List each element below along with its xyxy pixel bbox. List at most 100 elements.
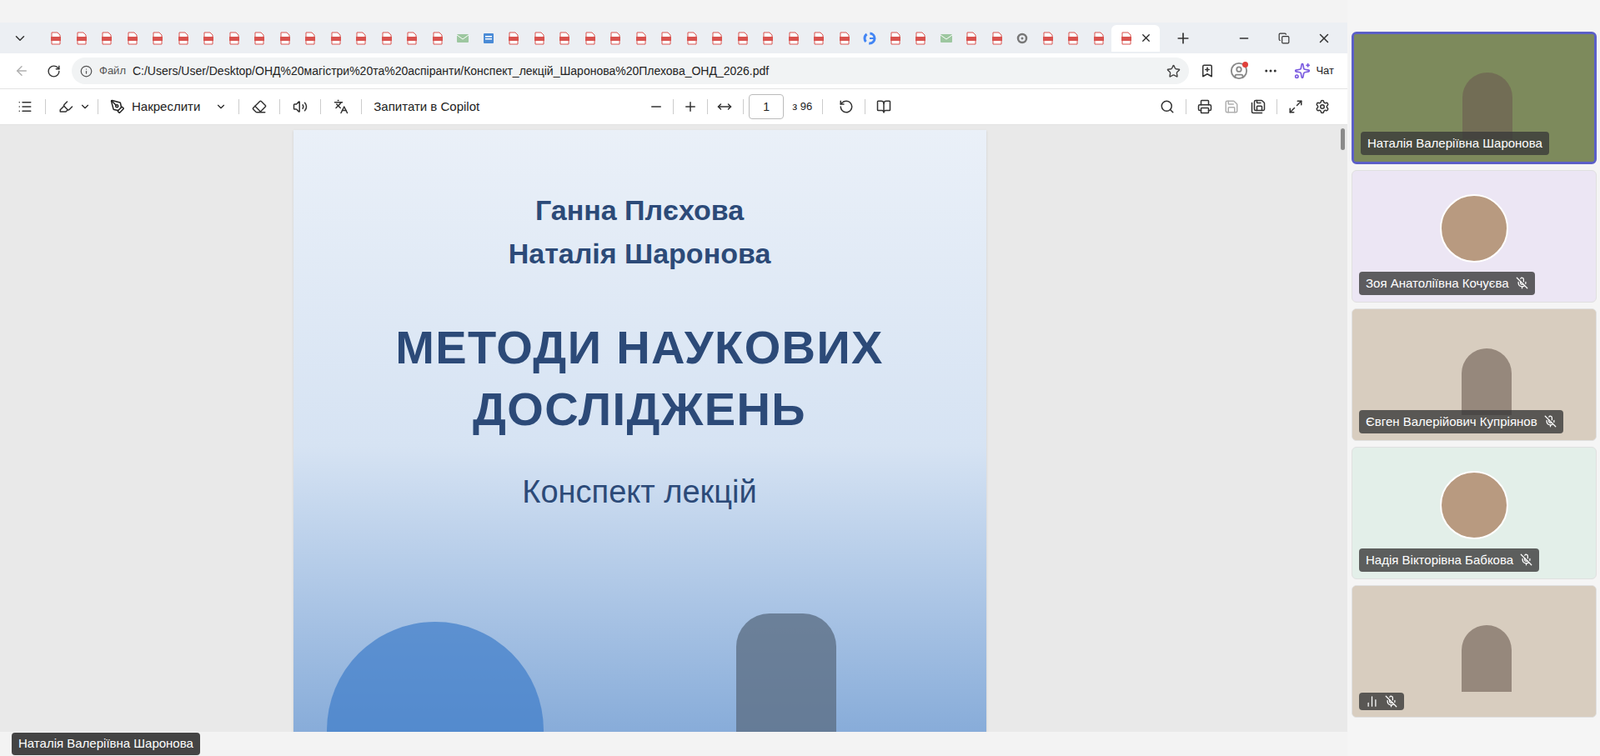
- tab[interactable]: [1060, 25, 1087, 52]
- copilot-icon: [1294, 62, 1311, 80]
- tab[interactable]: [272, 25, 299, 52]
- zoom-in-button[interactable]: [677, 93, 704, 121]
- docs-icon: [481, 31, 496, 46]
- tab[interactable]: [832, 25, 858, 52]
- pdf-icon: [354, 31, 368, 46]
- settings-button[interactable]: [1309, 93, 1336, 121]
- tab[interactable]: [882, 25, 909, 52]
- tab[interactable]: [806, 25, 833, 52]
- tab[interactable]: [1009, 25, 1036, 52]
- participant-label: Євген Валерійович Купріянов: [1359, 410, 1564, 435]
- address-field[interactable]: ФайлC:/Users/User/Desktop/ОНД%20магістри…: [71, 57, 1189, 85]
- print-button[interactable]: [1191, 93, 1219, 121]
- tab[interactable]: [857, 25, 883, 52]
- reload-button[interactable]: [40, 57, 67, 85]
- tab[interactable]: [1111, 25, 1160, 52]
- highlight-button[interactable]: [52, 93, 80, 121]
- pdf-icon: [329, 31, 343, 46]
- tab[interactable]: [43, 25, 70, 52]
- tab[interactable]: [1086, 25, 1113, 52]
- fullscreen-button[interactable]: [1282, 93, 1310, 121]
- read-aloud-button[interactable]: [286, 93, 314, 121]
- url-text: C:/Users/User/Desktop/ОНД%20магістри%20т…: [132, 62, 1160, 81]
- tab[interactable]: [120, 25, 146, 52]
- tab[interactable]: [781, 25, 808, 52]
- more-button[interactable]: [1257, 57, 1285, 85]
- pdf-icon: [685, 31, 699, 46]
- plus-icon: [1174, 30, 1192, 47]
- zoom-out-button[interactable]: [642, 93, 670, 121]
- participant-name: Євген Валерійович Купріянов: [1365, 412, 1538, 432]
- tab[interactable]: [221, 25, 248, 52]
- tab[interactable]: [551, 25, 578, 52]
- tab[interactable]: [653, 25, 680, 52]
- favorites-button[interactable]: [1193, 57, 1221, 85]
- tab[interactable]: [730, 25, 757, 52]
- tab[interactable]: [323, 25, 350, 52]
- copilot-button[interactable]: Запитати в Copilot: [368, 97, 485, 117]
- new-tab-button[interactable]: [1169, 25, 1197, 52]
- tab[interactable]: [501, 25, 527, 52]
- tab[interactable]: [170, 25, 197, 52]
- tab[interactable]: [628, 25, 655, 52]
- erase-button[interactable]: [245, 93, 273, 121]
- restore-button[interactable]: [1263, 25, 1305, 52]
- chevron-down-icon[interactable]: [79, 100, 91, 113]
- copilot-chat-button[interactable]: Чат: [1289, 62, 1340, 80]
- tab[interactable]: [602, 25, 629, 52]
- contents-button[interactable]: [11, 93, 39, 121]
- tab[interactable]: [348, 25, 375, 52]
- rotate-button[interactable]: [832, 93, 860, 121]
- tab[interactable]: [1035, 25, 1062, 52]
- save-as-button[interactable]: [1244, 93, 1272, 121]
- tab[interactable]: [526, 25, 553, 52]
- close-window-button[interactable]: [1304, 25, 1345, 52]
- tab[interactable]: [704, 25, 731, 52]
- tab[interactable]: [755, 25, 782, 52]
- back-button[interactable]: [8, 57, 36, 85]
- participant-tile[interactable]: Наталія Валеріївна Шаронова: [1351, 31, 1597, 165]
- close-tab-icon[interactable]: [1139, 31, 1153, 45]
- tab[interactable]: [425, 25, 452, 52]
- page-input[interactable]: 1: [748, 94, 784, 120]
- read-aloud-icon: [292, 99, 308, 115]
- participant-tile[interactable]: [1351, 585, 1597, 718]
- page-total: з 96: [792, 98, 813, 116]
- participant-name: Зоя Анатоліївна Кочуєва: [1365, 274, 1510, 294]
- pdf-icon: [125, 31, 140, 46]
- document-title: ДОСЛІДЖЕНЬ: [472, 378, 807, 441]
- participant-tile[interactable]: Надія Вікторівна Бабкова: [1351, 446, 1597, 580]
- tab[interactable]: [577, 25, 604, 52]
- tab[interactable]: [679, 25, 706, 52]
- tab[interactable]: [145, 25, 171, 52]
- page-view-button[interactable]: [870, 93, 898, 121]
- translate-button[interactable]: [327, 93, 355, 121]
- address-bar-row: ФайлC:/Users/User/Desktop/ОНД%20магістри…: [0, 53, 1348, 89]
- tab[interactable]: [195, 25, 222, 52]
- search-button[interactable]: [1153, 93, 1181, 121]
- tab[interactable]: [246, 25, 273, 52]
- scrollbar[interactable]: [1337, 125, 1348, 733]
- tab[interactable]: [907, 25, 934, 52]
- participant-tile[interactable]: Євген Валерійович Купріянов: [1351, 308, 1597, 442]
- tab[interactable]: [984, 25, 1011, 52]
- tab[interactable]: [933, 25, 960, 52]
- star-icon[interactable]: [1166, 64, 1181, 79]
- profile-button[interactable]: [1225, 57, 1253, 85]
- tab[interactable]: [69, 25, 96, 52]
- participant-tile[interactable]: Зоя Анатоліївна Кочуєва: [1351, 170, 1597, 303]
- tab[interactable]: [399, 25, 426, 52]
- tab[interactable]: [374, 25, 401, 52]
- tab-list-button[interactable]: [6, 25, 34, 52]
- minimize-button[interactable]: [1223, 25, 1264, 52]
- fit-width-button[interactable]: [711, 93, 738, 121]
- pdf-icon: [75, 31, 89, 46]
- tab[interactable]: [450, 25, 477, 52]
- participant-label: Надія Вікторівна Бабкова: [1359, 548, 1540, 573]
- save-button[interactable]: [1218, 93, 1245, 121]
- tab[interactable]: [476, 25, 502, 52]
- tab[interactable]: [297, 25, 324, 52]
- draw-button[interactable]: Накреслити: [105, 97, 232, 117]
- tab[interactable]: [94, 25, 121, 52]
- tab[interactable]: [958, 25, 985, 52]
